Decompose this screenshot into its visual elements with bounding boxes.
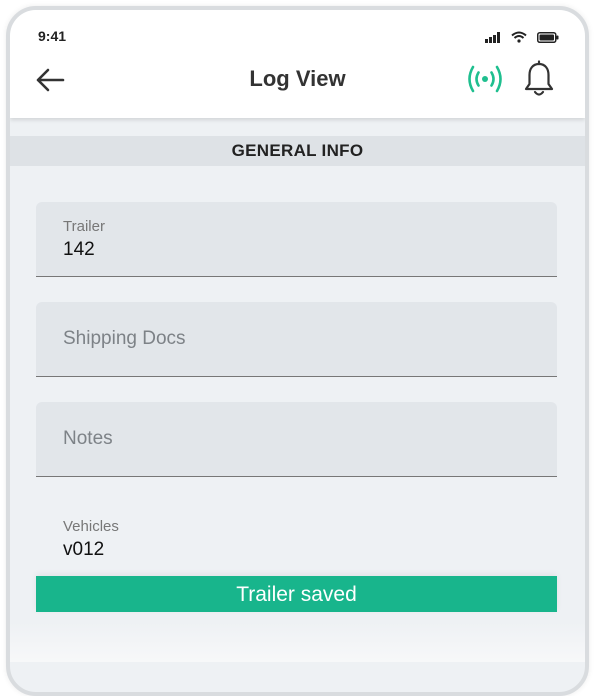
trailer-value: 142 [63,239,95,260]
vehicles-value: v012 [63,539,105,560]
status-bar: 9:41 [10,28,585,48]
trailer-field[interactable]: Trailer 142 [36,202,557,277]
shipping-docs-field[interactable]: Shipping Docs [36,302,557,377]
signal-icon [485,31,500,43]
shipping-docs-placeholder: Shipping Docs [63,328,186,349]
bottom-fade [10,622,585,662]
toast-message: Trailer saved [36,576,557,612]
nav-row: Log View [10,60,585,100]
broadcast-icon[interactable] [465,62,505,96]
status-time: 9:41 [38,28,67,44]
battery-icon [537,31,559,43]
notes-field[interactable]: Notes [36,402,557,477]
notes-placeholder: Notes [63,428,113,449]
vehicles-label: Vehicles [63,518,119,535]
phone-frame: 9:41 Log View GENERAL INFO Trailer 142 S… [6,6,589,696]
trailer-label: Trailer [63,218,105,235]
status-icons [485,31,559,43]
bell-icon[interactable] [521,60,557,98]
vehicles-field[interactable]: Vehicles v012 [36,502,557,577]
section-header-general-info: GENERAL INFO [10,136,585,166]
app-header: 9:41 Log View [10,10,585,118]
wifi-icon [511,31,527,43]
